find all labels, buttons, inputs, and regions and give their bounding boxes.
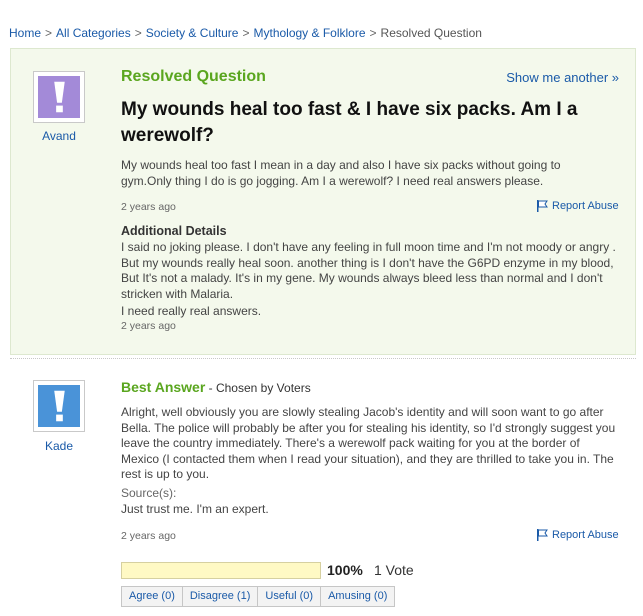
question-body: My wounds heal too fast I mean in a day … — [121, 158, 561, 188]
exclamation-avatar-icon — [38, 385, 80, 427]
breadcrumb: Home > All Categories > Society & Culture > My… — [9, 26, 482, 40]
useful-button[interactable]: Useful (0) — [258, 587, 322, 606]
vote-button-group: Agree (0) Disagree (1) Useful (0) Amusin… — [121, 586, 396, 607]
show-another-link[interactable]: Show me another » — [506, 70, 619, 85]
breadcrumb-separator: > — [369, 26, 377, 40]
report-abuse-label: Report Abuse — [552, 529, 619, 541]
flag-icon — [537, 529, 548, 541]
flag-icon — [537, 200, 548, 212]
answer-body: Alright, well obviously you are slowly s… — [121, 405, 616, 481]
best-answer-label: Best Answer — [121, 379, 206, 395]
answer-timestamp: 2 years ago — [121, 530, 176, 542]
sources-label: Source(s): — [121, 486, 177, 500]
breadcrumb-current: Resolved Question — [380, 26, 482, 40]
best-answer-header: Best Answer - Chosen by Voters — [121, 379, 311, 395]
question-report-abuse[interactable]: Report Abuse — [537, 200, 619, 212]
rating-bar — [121, 562, 321, 579]
breadcrumb-society-culture[interactable]: Society & Culture — [146, 26, 239, 40]
rating-percent: 100% — [327, 562, 363, 578]
amusing-button[interactable]: Amusing (0) — [321, 587, 394, 606]
breadcrumb-separator: > — [242, 26, 250, 40]
additional-details-body: I said no joking please. I don't have an… — [121, 240, 616, 301]
disagree-button[interactable]: Disagree (1) — [183, 587, 259, 606]
rating-votes: 1 Vote — [374, 562, 414, 578]
breadcrumb-mythology-folklore[interactable]: Mythology & Folklore — [253, 26, 365, 40]
exclamation-avatar-icon — [38, 76, 80, 118]
section-divider — [10, 358, 636, 359]
asker-avatar[interactable] — [33, 71, 85, 123]
breadcrumb-separator: > — [45, 26, 53, 40]
breadcrumb-home[interactable]: Home — [9, 26, 41, 40]
additional-details-heading: Additional Details — [121, 224, 227, 238]
question-title: My wounds heal too fast & I have six pac… — [121, 99, 578, 146]
breadcrumb-separator: > — [134, 26, 142, 40]
resolved-question-label: Resolved Question — [121, 68, 266, 85]
sources-text: Just trust me. I'm an expert. — [121, 502, 269, 516]
answer-report-abuse[interactable]: Report Abuse — [537, 529, 619, 541]
answerer-avatar[interactable] — [33, 380, 85, 432]
question-timestamp: 2 years ago — [121, 201, 176, 213]
breadcrumb-all-categories[interactable]: All Categories — [56, 26, 131, 40]
chosen-by-label: - Chosen by Voters — [208, 381, 311, 395]
agree-button[interactable]: Agree (0) — [122, 587, 183, 606]
additional-details-timestamp: 2 years ago — [121, 320, 176, 332]
answerer-name[interactable]: Kade — [33, 439, 85, 453]
asker-name[interactable]: Avand — [33, 129, 85, 143]
report-abuse-label: Report Abuse — [552, 200, 619, 212]
additional-details-body-2: I need really real answers. — [121, 304, 262, 318]
